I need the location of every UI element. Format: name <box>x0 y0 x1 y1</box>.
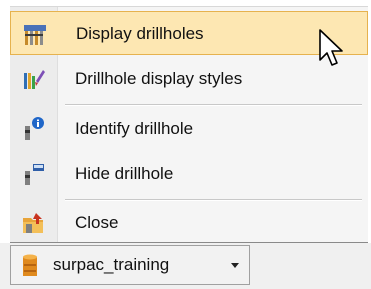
menu-item-close[interactable]: Close <box>10 201 368 245</box>
menu-item-hide-drillhole[interactable]: Hide drillhole <box>10 152 368 196</box>
menu-item-label: Close <box>75 213 119 232</box>
menu-item-label: Identify drillhole <box>75 119 194 138</box>
database-dropdown[interactable]: surpac_training <box>10 245 250 285</box>
close-folder-icon <box>23 213 43 233</box>
menu-item-label: Display drillholes <box>76 24 204 43</box>
hide-drillhole-icon <box>25 164 44 185</box>
menu-item-label: Hide drillhole <box>75 164 174 183</box>
menu-item-label: Drillhole display styles <box>75 69 243 88</box>
mouse-pointer-icon <box>319 29 343 66</box>
database-cylinder-icon <box>23 254 37 276</box>
drillholes-grid-icon <box>24 25 46 45</box>
context-menu: Display drillholes Drillhole display sty… <box>10 6 368 243</box>
chevron-down-icon[interactable] <box>231 263 239 268</box>
menu-item-identify-drillhole[interactable]: Identify drillhole <box>10 107 368 151</box>
menu-item-display-drillholes[interactable]: Display drillholes <box>10 11 368 55</box>
menu-separator <box>65 104 362 106</box>
dropdown-selected-value: surpac_training <box>53 255 170 274</box>
identify-drillhole-info-icon <box>25 117 44 140</box>
drillhole-style-brush-icon <box>24 70 45 89</box>
menu-item-drillhole-display-styles[interactable]: Drillhole display styles <box>10 57 368 101</box>
